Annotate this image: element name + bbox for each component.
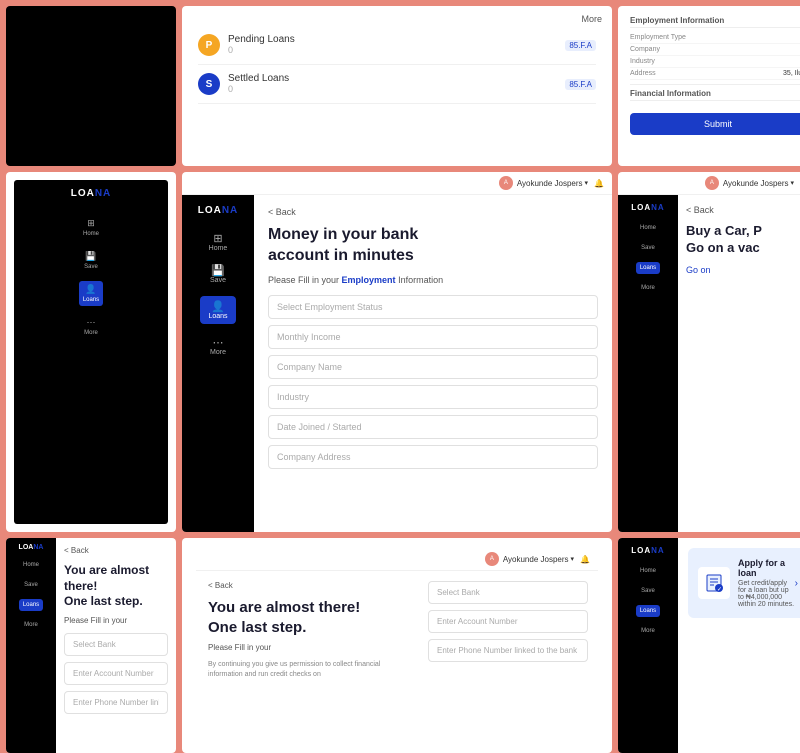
bot-center-bank-input[interactable] xyxy=(428,581,588,604)
mid-right-back[interactable]: Back xyxy=(686,205,800,215)
bot-left-back[interactable]: Back xyxy=(64,546,168,555)
emp-address-row: Address 35, Ilud xyxy=(630,68,800,80)
bot-left-account-input[interactable] xyxy=(64,662,168,685)
monthly-income-input[interactable] xyxy=(268,325,598,349)
mid-right-avatar: A xyxy=(705,176,719,190)
bot-right-nav-more[interactable]: More xyxy=(637,625,659,637)
bot-center-account-input[interactable] xyxy=(428,610,588,633)
apply-card-text: Apply for a loan Get credit/apply for a … xyxy=(738,558,795,608)
sidebar-item-more[interactable]: ⋯ More xyxy=(210,336,226,356)
mid-left-nav-more[interactable]: ⋯More xyxy=(80,314,102,339)
mid-left-panel: LOANA ⊞Home 💾Save 👤Loans ⋯More xyxy=(6,172,176,532)
bot-left-phone-input[interactable] xyxy=(64,691,168,714)
pending-badge: 85.F.A xyxy=(565,40,596,51)
bot-left-nav-home[interactable]: Home xyxy=(19,559,43,571)
chevron-down-icon: ▾ xyxy=(585,179,589,187)
emp-section-title: Employment Information xyxy=(630,16,800,28)
top-center-panel: More P Pending Loans 0 85.F.A S Settled … xyxy=(182,6,612,166)
settled-icon: S xyxy=(198,73,220,95)
bell-icon: 🔔 xyxy=(594,179,604,188)
settled-label: Settled Loans 0 xyxy=(228,73,559,95)
almost-title: You are almost there! One last step. xyxy=(208,598,406,637)
bot-left-nav-loans[interactable]: Loans xyxy=(19,599,43,611)
emp-company-row: Company xyxy=(630,44,800,56)
mid-right-panel: A Ayokunde Jospers ▾ 🔔 LOANA Home Save L… xyxy=(618,172,800,532)
svg-text:✓: ✓ xyxy=(717,587,722,593)
mid-right-nav-save[interactable]: Save xyxy=(637,242,659,254)
mid-center-content: Back Money in your bank account in minut… xyxy=(254,195,612,532)
sidebar-item-home[interactable]: ⊞ Home xyxy=(209,232,228,252)
bot-right-nav-loans[interactable]: Loans xyxy=(636,605,660,617)
more-button[interactable]: More xyxy=(581,14,602,24)
pending-loans-item: P Pending Loans 0 85.F.A xyxy=(198,26,596,65)
company-address-input[interactable] xyxy=(268,445,598,469)
mid-right-nav-home[interactable]: Home xyxy=(636,222,660,234)
mid-right-title: Buy a Car, P Go on a vac xyxy=(686,223,800,257)
pending-label: Pending Loans 0 xyxy=(228,34,559,56)
date-joined-input[interactable] xyxy=(268,415,598,439)
industry-input[interactable] xyxy=(268,385,598,409)
company-name-input[interactable] xyxy=(268,355,598,379)
mid-center-sidebar: LOANA ⊞ Home 💾 Save 👤 Loans ⋯ More xyxy=(182,195,254,532)
apply-card-subtitle: Get credit/apply for a loan but up to ₦4… xyxy=(738,580,795,608)
mid-center-header: A Ayokunde Jospers ▾ 🔔 xyxy=(182,172,612,195)
apply-card[interactable]: ✓ Apply for a loan Get credit/apply for … xyxy=(688,548,800,618)
bot-center-avatar: A xyxy=(485,552,499,566)
mid-center-panel: A Ayokunde Jospers ▾ 🔔 LOANA ⊞ Home 💾 Sa… xyxy=(182,172,612,532)
bot-center-hint: Please Fill in your xyxy=(208,643,406,652)
mid-left-nav-loans[interactable]: 👤Loans xyxy=(79,281,103,306)
mid-left-nav-home[interactable]: ⊞Home xyxy=(79,215,103,240)
bot-left-nav-save[interactable]: Save xyxy=(20,579,42,591)
top-left-panel xyxy=(6,6,176,166)
pending-icon: P xyxy=(198,34,220,56)
bot-right-nav-home[interactable]: Home xyxy=(636,565,660,577)
sidebar-item-save[interactable]: 💾 Save xyxy=(210,264,226,284)
mid-right-user: A Ayokunde Jospers ▾ 🔔 xyxy=(705,176,800,190)
bot-right-panel: LOANA Home Save Loans More xyxy=(618,538,800,753)
sidebar-logo: LOANA xyxy=(198,205,239,216)
mid-center-user: A Ayokunde Jospers ▾ 🔔 xyxy=(499,176,604,190)
financial-section-title: Financial Information xyxy=(630,89,800,101)
mid-right-header: A Ayokunde Jospers ▾ 🔔 xyxy=(618,172,800,195)
employment-status-input[interactable] xyxy=(268,295,598,319)
bot-center-back[interactable]: Back xyxy=(208,581,406,590)
mid-center-avatar: A xyxy=(499,176,513,190)
page-title: Money in your bank account in minutes xyxy=(268,225,598,267)
mid-left-logo: LOANA xyxy=(71,188,112,199)
bot-center-phone-input[interactable] xyxy=(428,639,588,662)
bot-left-bank-input[interactable] xyxy=(64,633,168,656)
apply-card-icon: ✓ xyxy=(698,567,730,599)
back-link[interactable]: Back xyxy=(268,207,598,217)
emp-type-row: Employment Type xyxy=(630,32,800,44)
apply-card-arrow-icon: › xyxy=(795,578,798,589)
emp-industry-row: Industry xyxy=(630,56,800,68)
consent-text: By continuing you give us permission to … xyxy=(208,660,406,680)
mid-right-nav-more[interactable]: More xyxy=(637,282,659,294)
bot-center-chevron: ▾ xyxy=(571,555,575,563)
apply-card-title: Apply for a loan xyxy=(738,558,795,578)
bot-left-hint: Please Fill in your xyxy=(64,616,168,625)
sidebar-item-loans[interactable]: 👤 Loans xyxy=(200,296,235,324)
bot-center-header: A Ayokunde Jospers ▾ 🔔 xyxy=(196,548,598,571)
mid-right-chevron: ▾ xyxy=(791,179,795,187)
bot-center-bell: 🔔 xyxy=(580,555,590,564)
top-right-panel: Employment Information Employment Type C… xyxy=(618,6,800,166)
go-on-link[interactable]: Go on xyxy=(686,265,800,275)
mid-right-nav-loans[interactable]: Loans xyxy=(636,262,660,274)
bot-right-nav-save[interactable]: Save xyxy=(637,585,659,597)
section-hint: Please Fill in your Employment Informati… xyxy=(268,275,598,285)
bot-center-user: A Ayokunde Jospers ▾ 🔔 xyxy=(485,552,590,566)
submit-button[interactable]: Submit xyxy=(630,113,800,135)
bot-center-panel: A Ayokunde Jospers ▾ 🔔 Back You are almo… xyxy=(182,538,612,753)
settled-badge: 85.F.A xyxy=(565,79,596,90)
mid-left-nav-save[interactable]: 💾Save xyxy=(80,248,102,273)
bot-left-title: You are almost there! One last step. xyxy=(64,563,168,610)
bot-left-nav-more[interactable]: More xyxy=(20,619,42,631)
bot-left-panel: LOANA Home Save Loans More Back You are … xyxy=(6,538,176,753)
settled-loans-item: S Settled Loans 0 85.F.A xyxy=(198,65,596,104)
